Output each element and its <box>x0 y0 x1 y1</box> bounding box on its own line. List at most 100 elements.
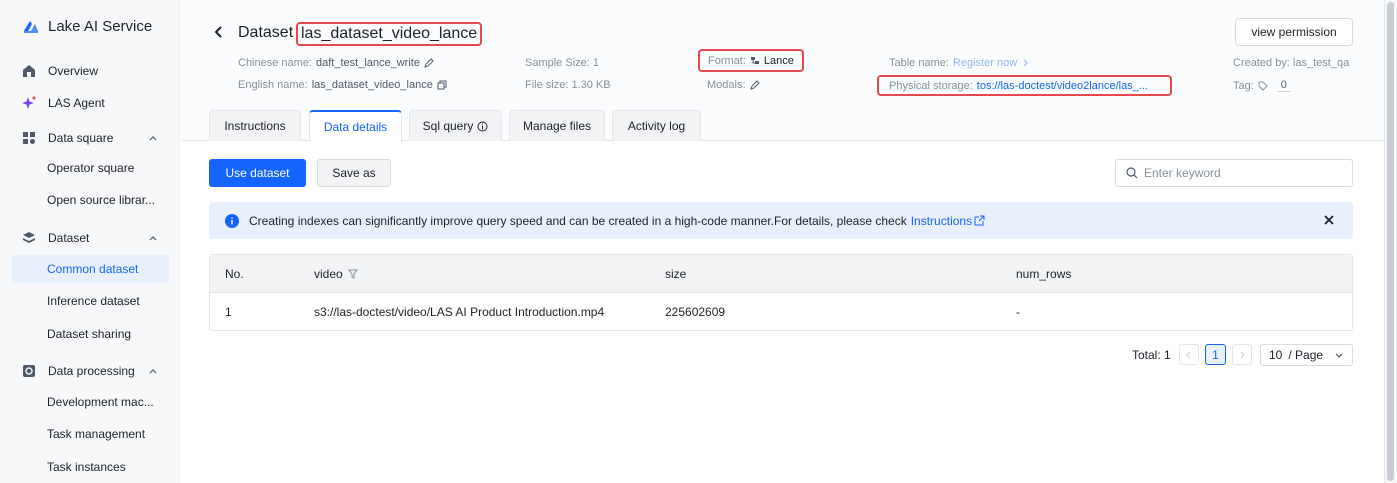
sparkle-icon <box>22 96 36 110</box>
english-name: English name: las_dataset_video_lance <box>238 79 447 91</box>
chinese-name-value: daft_test_lance_write <box>316 57 420 69</box>
sidebar-item-las-agent[interactable]: LAS Agent <box>12 89 169 117</box>
chinese-name-label: Chinese name: <box>238 57 312 69</box>
sidebar-item-task-instances[interactable]: Task instances <box>12 453 169 481</box>
notice-text: Creating indexes can significantly impro… <box>249 213 907 228</box>
table-name-label: Table name: <box>889 57 949 69</box>
sample-size: Sample Size: 1 <box>525 57 599 69</box>
search-box <box>1115 159 1353 187</box>
format-label: Format: <box>708 54 746 67</box>
instructions-link-label: Instructions <box>910 213 973 228</box>
tab-sql-query[interactable]: Sql query <box>409 110 502 141</box>
use-dataset-button[interactable]: Use dataset <box>209 159 306 187</box>
chinese-name: Chinese name: daft_test_lance_write <box>238 57 434 69</box>
tag-count: 0 <box>1277 79 1290 92</box>
modals-field: Modals: <box>707 79 760 91</box>
sidebar-group-dataset[interactable]: Dataset <box>12 224 169 252</box>
tab-label: Manage files <box>522 119 592 133</box>
sidebar-group-data-square[interactable]: Data square <box>12 124 169 152</box>
sidebar-item-development-machine[interactable]: Development mac... <box>12 388 169 416</box>
chevron-right-icon <box>1023 59 1028 67</box>
format-value: Lance <box>763 54 794 67</box>
app-name: Lake AI Service <box>48 17 153 35</box>
table-header: No. video size num_rows <box>210 255 1352 293</box>
page-size-value: 10 <box>1269 348 1283 362</box>
data-table: No. video size num_rows 1 s3://las-docte… <box>209 254 1353 331</box>
column-header-num-rows: num_rows <box>1016 266 1072 281</box>
search-icon <box>1126 167 1138 179</box>
tab-activity-log[interactable]: Activity log <box>612 110 701 141</box>
chevron-right-icon <box>1240 351 1245 358</box>
copy-icon[interactable] <box>437 80 447 90</box>
next-page-button[interactable] <box>1232 344 1252 365</box>
tab-label: Data details <box>323 120 388 134</box>
filter-icon[interactable] <box>347 269 358 279</box>
cell-video: s3://las-doctest/video/LAS AI Product In… <box>314 304 605 319</box>
lake-logo-icon <box>24 21 38 33</box>
brand[interactable]: Lake AI Service <box>22 17 152 35</box>
scrollbar-thumb[interactable] <box>1387 2 1394 481</box>
column-header-size: size <box>665 266 687 281</box>
processing-icon <box>22 364 36 378</box>
tab-manage-files[interactable]: Manage files <box>509 110 605 141</box>
format-field: Format: Lance <box>698 49 804 72</box>
modals-label: Modals: <box>707 79 746 91</box>
edit-icon[interactable] <box>749 80 760 90</box>
home-icon <box>22 64 36 78</box>
sidebar-item-label: Inference dataset <box>47 294 140 308</box>
sidebar-item-label: Common dataset <box>47 262 139 276</box>
sidebar-group-data-processing[interactable]: Data processing <box>12 357 169 385</box>
physical-storage-label: Physical storage: <box>889 79 973 92</box>
edit-icon[interactable] <box>424 58 434 68</box>
instructions-link[interactable]: Instructions <box>911 214 985 228</box>
sidebar-item-task-management[interactable]: Task management <box>12 420 169 448</box>
tab-instructions[interactable]: Instructions <box>209 110 301 141</box>
tag-icon[interactable] <box>1258 81 1268 91</box>
main-content: Dataset las_dataset_video_lance Chinese … <box>181 0 1384 483</box>
column-header-label: video <box>314 266 343 281</box>
external-link-icon <box>974 215 985 226</box>
page-size-select[interactable]: 10 / Page <box>1260 344 1353 366</box>
sidebar-item-common-dataset[interactable]: Common dataset <box>12 255 169 283</box>
tab-label: Instructions <box>224 119 286 133</box>
dataset-name-title: las_dataset_video_lance <box>296 22 483 46</box>
sidebar-item-label: Development mac... <box>47 395 154 409</box>
lance-format-icon <box>750 56 759 64</box>
tab-label: Activity log <box>627 119 686 133</box>
info-icon <box>225 213 239 228</box>
sidebar-item-label: Data square <box>48 131 114 145</box>
sidebar-item-open-source-library[interactable]: Open source librar... <box>12 186 169 214</box>
column-header-video: video <box>314 267 358 281</box>
save-as-button[interactable]: Save as <box>317 159 391 187</box>
cell-num-rows: - <box>1016 304 1020 319</box>
physical-storage-link[interactable]: tos://las-doctest/video2lance/las_... <box>977 80 1148 92</box>
sidebar-item-dataset-sharing[interactable]: Dataset sharing <box>12 320 169 348</box>
sidebar-item-operator-square[interactable]: Operator square <box>12 154 169 182</box>
tag-label: Tag: <box>1233 79 1254 92</box>
pagination-total: Total: 1 <box>1132 348 1171 362</box>
sidebar-item-inference-dataset[interactable]: Inference dataset <box>12 287 169 315</box>
sidebar: Lake AI Service Overview LAS Agent Data … <box>0 0 180 483</box>
index-notice: Creating indexes can significantly impro… <box>209 202 1353 239</box>
tab-data-details[interactable]: Data details <box>309 110 402 142</box>
layers-icon <box>22 231 36 245</box>
close-icon[interactable] <box>1323 214 1335 226</box>
search-input[interactable] <box>1144 166 1344 180</box>
back-arrow-icon[interactable] <box>213 24 225 40</box>
prev-page-button[interactable] <box>1179 344 1199 365</box>
table-row: 1 s3://las-doctest/video/LAS AI Product … <box>210 293 1352 330</box>
sidebar-item-label: Operator square <box>47 161 135 175</box>
created-by: Created by: las_test_qa <box>1233 57 1349 69</box>
sidebar-item-label: Task instances <box>47 460 126 474</box>
sidebar-item-label: Task management <box>47 427 146 441</box>
created-by-text: Created by: las_test_qa <box>1233 57 1350 69</box>
sidebar-item-overview[interactable]: Overview <box>12 57 169 85</box>
english-name-value: las_dataset_video_lance <box>311 79 433 91</box>
register-now-link[interactable]: Register now <box>953 57 1017 69</box>
chevron-up-icon <box>149 369 157 374</box>
chevron-up-icon <box>149 236 157 241</box>
info-circle-icon <box>477 121 488 131</box>
view-permission-button[interactable]: view permission <box>1235 18 1353 46</box>
page-number-button[interactable]: 1 <box>1205 344 1226 365</box>
chevron-left-icon <box>1186 351 1191 358</box>
